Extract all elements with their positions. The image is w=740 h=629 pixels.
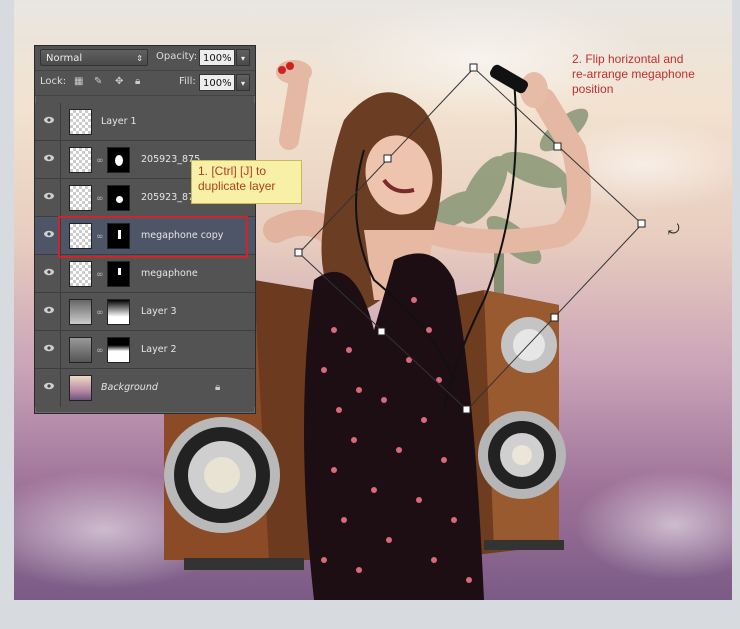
layer-name: Background xyxy=(101,382,158,393)
layer-name: Layer 2 xyxy=(141,344,177,355)
divider xyxy=(60,369,61,407)
layer-thumbnail xyxy=(69,261,92,287)
layer-mask-thumbnail[interactable] xyxy=(107,299,130,325)
layer-mask-thumbnail[interactable] xyxy=(107,147,130,173)
blend-mode-value: Normal xyxy=(46,53,83,64)
step2-line1: 2. Flip horizontal and xyxy=(572,52,684,66)
eye-icon[interactable] xyxy=(44,116,54,124)
chevron-updown-icon: ⇕ xyxy=(136,54,143,63)
layer-thumbnail xyxy=(69,147,92,173)
layer-thumbnail xyxy=(69,375,92,401)
fill-dropdown-icon[interactable]: ▾ xyxy=(236,74,250,91)
layer-row[interactable]: Layer 1 xyxy=(35,103,255,141)
eye-icon[interactable] xyxy=(44,154,54,162)
link-icon[interactable]: ∞ xyxy=(96,156,104,166)
lock-transparent-icon[interactable]: ▦ xyxy=(74,76,83,87)
layer-row[interactable]: ∞ megaphone xyxy=(35,255,255,293)
eye-icon[interactable] xyxy=(44,268,54,276)
lock-all-icon[interactable]: 🔒︎ xyxy=(135,76,140,87)
layer-name: Layer 3 xyxy=(141,306,177,317)
divider xyxy=(60,293,61,330)
layer-thumbnail xyxy=(69,299,92,325)
layer-thumbnail xyxy=(69,109,92,135)
eye-icon[interactable] xyxy=(44,192,54,200)
layer-name: megaphone xyxy=(141,268,198,279)
blend-mode-bar: Normal ⇕ Opacity: 100% ▾ xyxy=(35,46,255,71)
divider xyxy=(60,331,61,368)
link-icon[interactable]: ∞ xyxy=(96,346,104,356)
eye-icon[interactable] xyxy=(44,306,54,314)
eye-icon[interactable] xyxy=(44,344,54,352)
lock-icon: 🔒︎ xyxy=(215,382,221,393)
layer-mask-thumbnail[interactable] xyxy=(107,337,130,363)
rotate-cursor-icon: ⤾ xyxy=(668,222,680,238)
step2-line2: re-arrange megaphone xyxy=(572,67,695,81)
opacity-input[interactable]: 100% xyxy=(199,49,235,66)
layer-thumbnail xyxy=(69,185,92,211)
blend-mode-select[interactable]: Normal ⇕ xyxy=(40,49,148,66)
opacity-label: Opacity: xyxy=(156,51,198,62)
step1-note: 1. [Ctrl] [J] to duplicate layer xyxy=(191,160,302,204)
link-icon[interactable]: ∞ xyxy=(96,308,104,318)
eye-icon[interactable] xyxy=(44,230,54,238)
layer-mask-thumbnail[interactable] xyxy=(107,261,130,287)
divider xyxy=(60,255,61,292)
step1-line1: 1. [Ctrl] [J] to xyxy=(198,164,267,178)
layer-row-background[interactable]: Background 🔒︎ xyxy=(35,369,255,407)
lock-brush-icon[interactable]: ✎ xyxy=(94,76,102,87)
lock-label: Lock: xyxy=(40,76,67,87)
fill-input[interactable]: 100% xyxy=(199,74,235,91)
highlight-box xyxy=(58,216,248,258)
divider xyxy=(60,179,61,216)
fill-label: Fill: xyxy=(179,76,196,87)
layer-mask-thumbnail[interactable] xyxy=(107,185,130,211)
lock-fill-bar: Lock: ▦ ✎ ✥ 🔒︎ Fill: 100% ▾ xyxy=(35,71,255,96)
layer-thumbnail xyxy=(69,337,92,363)
lock-move-icon[interactable]: ✥ xyxy=(115,76,123,87)
link-icon[interactable]: ∞ xyxy=(96,194,104,204)
eye-icon[interactable] xyxy=(44,382,54,390)
layer-row[interactable]: ∞ Layer 2 xyxy=(35,331,255,369)
opacity-dropdown-icon[interactable]: ▾ xyxy=(236,49,250,66)
layer-name: Layer 1 xyxy=(101,116,137,127)
step2-line3: position xyxy=(572,82,614,96)
link-icon[interactable]: ∞ xyxy=(96,270,104,280)
divider xyxy=(60,141,61,178)
layer-row[interactable]: ∞ Layer 3 xyxy=(35,293,255,331)
step2-note: 2. Flip horizontal and re-arrange megaph… xyxy=(572,52,695,97)
divider xyxy=(60,103,61,140)
step1-line2: duplicate layer xyxy=(198,179,276,193)
